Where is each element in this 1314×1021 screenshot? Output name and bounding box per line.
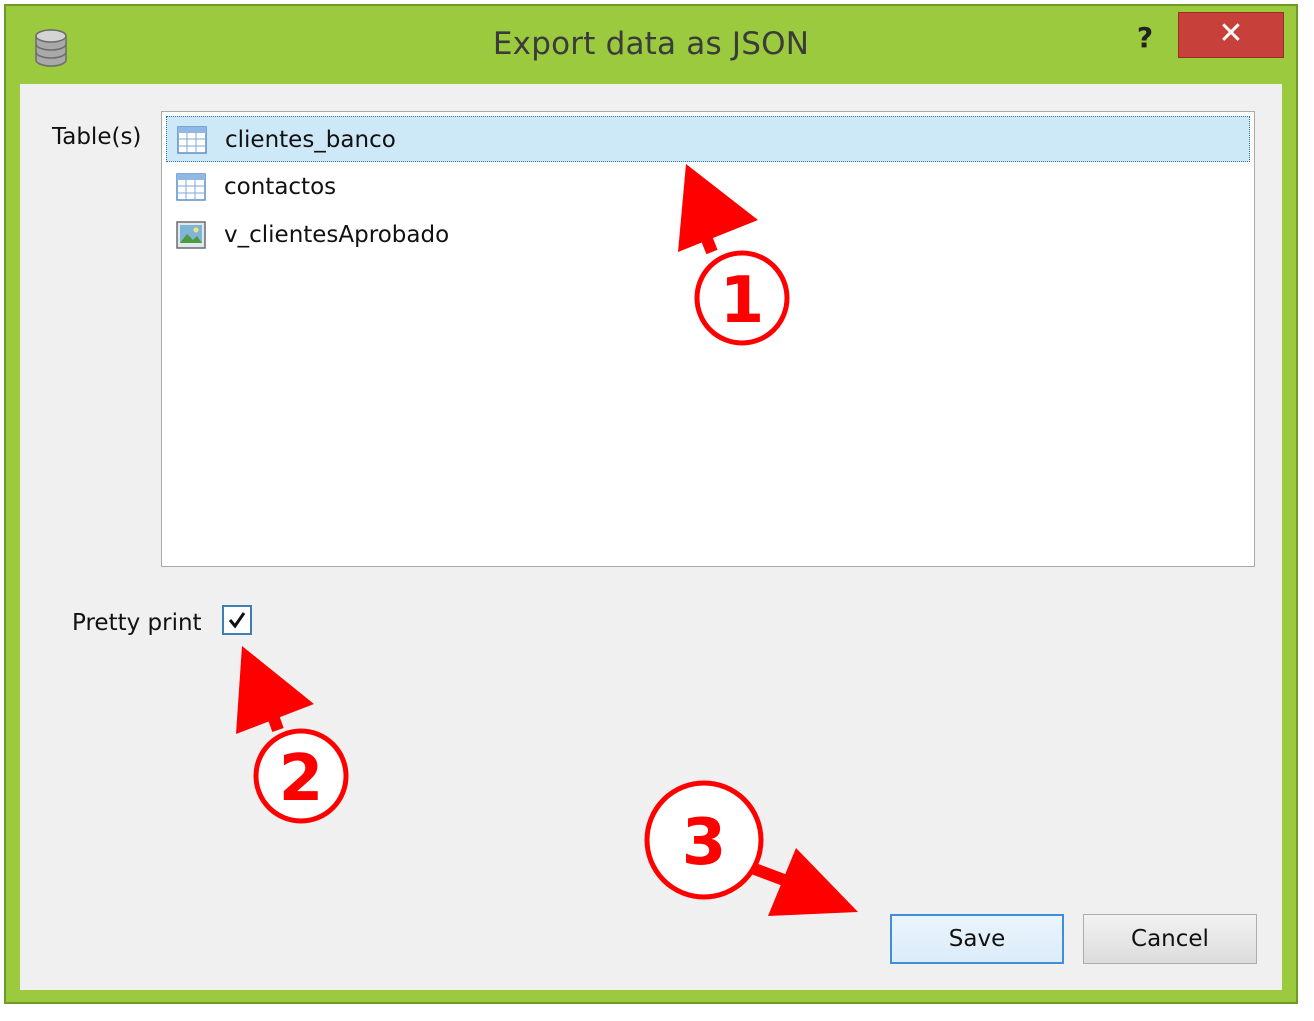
save-button[interactable]: Save (890, 914, 1064, 964)
table-icon (177, 126, 207, 154)
list-item-v-clientes-aprobado[interactable]: v_clientesAprobado (166, 212, 1250, 258)
table-icon (176, 173, 206, 201)
list-item-clientes-banco[interactable]: clientes_banco (166, 116, 1250, 162)
pretty-print-checkbox[interactable] (222, 605, 252, 635)
list-item-contactos[interactable]: contactos (166, 164, 1250, 210)
dialog-body: Table(s) clientes_banco contactos v_clie… (20, 84, 1282, 990)
help-button[interactable]: ? (1128, 20, 1162, 56)
pretty-print-label: Pretty print (72, 610, 202, 636)
list-item-label: clientes_banco (225, 127, 396, 153)
title-bar: Export data as JSON ? ✕ (6, 6, 1296, 84)
list-item-label: contactos (224, 174, 337, 200)
export-json-dialog: Export data as JSON ? ✕ Table(s) cliente… (4, 4, 1298, 1004)
close-button[interactable]: ✕ (1178, 12, 1284, 58)
list-item-label: v_clientesAprobado (224, 222, 450, 248)
tables-list[interactable]: clientes_banco contactos v_clientesAprob… (161, 111, 1255, 567)
tables-label: Table(s) (52, 124, 142, 150)
checkmark-icon (228, 612, 246, 629)
dialog-title: Export data as JSON (492, 26, 810, 62)
view-icon (176, 221, 206, 249)
cancel-button[interactable]: Cancel (1083, 914, 1257, 964)
